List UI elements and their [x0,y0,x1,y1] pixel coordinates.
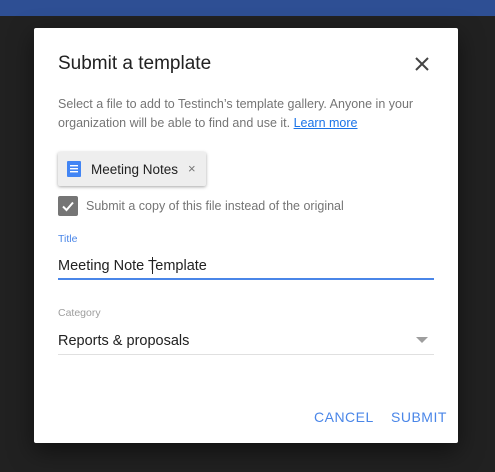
text-cursor [152,257,153,274]
checkmark-icon [62,201,74,212]
top-app-bar [0,0,495,16]
dialog-description: Select a file to add to Testinch’s templ… [58,95,438,133]
close-icon [415,57,429,71]
dropdown-arrow-icon [416,337,428,343]
selected-file-chip: Meeting Notes × [58,152,206,186]
submit-template-dialog: Submit a template Select a file to add t… [34,28,458,443]
title-input[interactable] [58,254,434,280]
document-icon [66,161,82,177]
title-field-label: Title [58,233,78,245]
submit-button[interactable]: SUBMIT [385,406,453,428]
category-dropdown[interactable]: Reports & proposals [58,330,434,355]
remove-file-icon[interactable]: × [188,162,196,176]
category-selected-value: Reports & proposals [58,333,190,349]
cancel-button[interactable]: CANCEL [308,406,380,428]
submit-copy-label: Submit a copy of this file instead of th… [86,199,344,213]
dialog-title: Submit a template [58,53,212,74]
file-chip-label: Meeting Notes [91,161,179,177]
submit-copy-option: Submit a copy of this file instead of th… [58,196,344,216]
close-button[interactable] [408,52,436,76]
category-field-label: Category [58,307,101,319]
description-text: Select a file to add to Testinch’s templ… [58,97,414,130]
submit-copy-checkbox[interactable] [58,196,78,216]
learn-more-link[interactable]: Learn more [294,116,358,130]
